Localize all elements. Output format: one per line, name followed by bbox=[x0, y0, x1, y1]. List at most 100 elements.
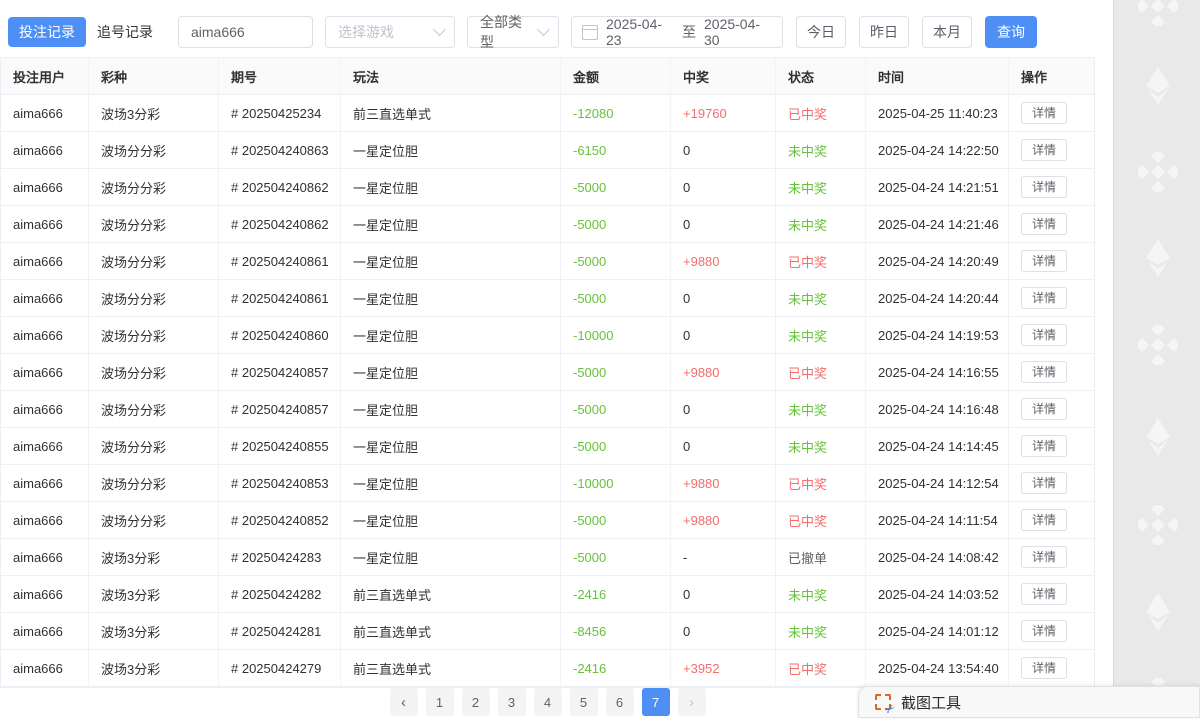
cell-amount: -2416 bbox=[561, 650, 671, 686]
cell-issue: # 202504240863 bbox=[219, 132, 341, 168]
cell-user: aima666 bbox=[1, 132, 89, 168]
username-input[interactable] bbox=[178, 16, 313, 48]
today-button[interactable]: 今日 bbox=[796, 16, 846, 48]
detail-button[interactable]: 详情 bbox=[1021, 435, 1067, 457]
pagination-page-1[interactable]: 1 bbox=[426, 688, 454, 716]
table-row: aima666波场分分彩# 202504240862一星定位胆-50000未中奖… bbox=[1, 169, 1094, 206]
cell-play: 前三直选单式 bbox=[341, 576, 561, 612]
table-row: aima666波场分分彩# 202504240855一星定位胆-50000未中奖… bbox=[1, 428, 1094, 465]
cell-issue: # 202504240852 bbox=[219, 502, 341, 538]
detail-button[interactable]: 详情 bbox=[1021, 324, 1067, 346]
cell-time: 2025-04-24 14:19:53 bbox=[866, 317, 1009, 353]
table-row: aima666波场分分彩# 202504240853一星定位胆-10000+98… bbox=[1, 465, 1094, 502]
date-end: 2025-04-30 bbox=[704, 16, 772, 48]
pagination-page-7[interactable]: 7 bbox=[642, 688, 670, 716]
cell-win: 0 bbox=[671, 169, 776, 205]
cell-time: 2025-04-24 14:16:55 bbox=[866, 354, 1009, 390]
detail-button[interactable]: 详情 bbox=[1021, 546, 1067, 568]
cell-user: aima666 bbox=[1, 428, 89, 464]
detail-button[interactable]: 详情 bbox=[1021, 398, 1067, 420]
table-row: aima666波场3分彩# 20250424282前三直选单式-24160未中奖… bbox=[1, 576, 1094, 613]
cell-user: aima666 bbox=[1, 502, 89, 538]
detail-button[interactable]: 详情 bbox=[1021, 139, 1067, 161]
cell-user: aima666 bbox=[1, 317, 89, 353]
cell-issue: # 202504240862 bbox=[219, 206, 341, 242]
detail-button[interactable]: 详情 bbox=[1021, 583, 1067, 605]
cell-issue: # 20250424283 bbox=[219, 539, 341, 575]
bet-records-table: 投注用户彩种期号玩法金额中奖状态时间操作 aima666波场3分彩# 20250… bbox=[0, 57, 1095, 688]
table-row: aima666波场分分彩# 202504240860一星定位胆-100000未中… bbox=[1, 317, 1094, 354]
cell-lottery: 波场分分彩 bbox=[89, 502, 219, 538]
cell-user: aima666 bbox=[1, 354, 89, 390]
cell-time: 2025-04-24 14:08:42 bbox=[866, 539, 1009, 575]
cell-amount: -5000 bbox=[561, 169, 671, 205]
cell-action: 详情 bbox=[1009, 206, 1094, 242]
detail-button[interactable]: 详情 bbox=[1021, 102, 1067, 124]
pagination-page-4[interactable]: 4 bbox=[534, 688, 562, 716]
cell-action: 详情 bbox=[1009, 613, 1094, 649]
cell-user: aima666 bbox=[1, 613, 89, 649]
tab-bet-records[interactable]: 投注记录 bbox=[8, 17, 86, 47]
cell-status: 未中奖 bbox=[776, 428, 866, 464]
cell-status: 未中奖 bbox=[776, 317, 866, 353]
detail-button[interactable]: 详情 bbox=[1021, 176, 1067, 198]
cell-issue: # 202504240853 bbox=[219, 465, 341, 501]
cell-time: 2025-04-24 14:14:45 bbox=[866, 428, 1009, 464]
cell-play: 一星定位胆 bbox=[341, 391, 561, 427]
type-select[interactable]: 全部类型 bbox=[467, 16, 559, 48]
cell-status: 已中奖 bbox=[776, 465, 866, 501]
pagination-prev-button[interactable]: ‹ bbox=[390, 688, 418, 716]
pagination-page-6[interactable]: 6 bbox=[606, 688, 634, 716]
snipping-tool-icon: ✂ bbox=[875, 694, 892, 711]
snip-tool-label: 截图工具 bbox=[901, 692, 961, 713]
cell-lottery: 波场分分彩 bbox=[89, 169, 219, 205]
detail-button[interactable]: 详情 bbox=[1021, 657, 1067, 679]
column-header: 投注用户 bbox=[1, 58, 89, 94]
cell-lottery: 波场分分彩 bbox=[89, 354, 219, 390]
detail-button[interactable]: 详情 bbox=[1021, 287, 1067, 309]
cell-win: +9880 bbox=[671, 502, 776, 538]
cell-amount: -5000 bbox=[561, 391, 671, 427]
detail-button[interactable]: 详情 bbox=[1021, 213, 1067, 235]
pagination-page-5[interactable]: 5 bbox=[570, 688, 598, 716]
table-row: aima666波场分分彩# 202504240861一星定位胆-5000+988… bbox=[1, 243, 1094, 280]
game-select[interactable]: 选择游戏 bbox=[325, 16, 455, 48]
snip-tool-panel[interactable]: ✂ 截图工具 bbox=[858, 686, 1200, 718]
cell-lottery: 波场3分彩 bbox=[89, 613, 219, 649]
cell-amount: -10000 bbox=[561, 465, 671, 501]
detail-button[interactable]: 详情 bbox=[1021, 620, 1067, 642]
detail-button[interactable]: 详情 bbox=[1021, 250, 1067, 272]
cell-action: 详情 bbox=[1009, 428, 1094, 464]
pagination-next-button[interactable]: › bbox=[678, 688, 706, 716]
detail-button[interactable]: 详情 bbox=[1021, 361, 1067, 383]
cell-amount: -5000 bbox=[561, 539, 671, 575]
cell-play: 一星定位胆 bbox=[341, 428, 561, 464]
chevron-down-icon bbox=[433, 23, 446, 36]
cell-play: 前三直选单式 bbox=[341, 650, 561, 686]
pagination-page-3[interactable]: 3 bbox=[498, 688, 526, 716]
detail-button[interactable]: 详情 bbox=[1021, 472, 1067, 494]
cell-play: 一星定位胆 bbox=[341, 169, 561, 205]
cell-action: 详情 bbox=[1009, 280, 1094, 316]
date-range-picker[interactable]: 2025-04-23 至 2025-04-30 bbox=[571, 16, 783, 48]
pagination-page-2[interactable]: 2 bbox=[462, 688, 490, 716]
column-header: 彩种 bbox=[89, 58, 219, 94]
cell-action: 详情 bbox=[1009, 391, 1094, 427]
column-header: 操作 bbox=[1009, 58, 1094, 94]
yesterday-button[interactable]: 昨日 bbox=[859, 16, 909, 48]
cell-win: +3952 bbox=[671, 650, 776, 686]
bnb-watermark-icon bbox=[1138, 325, 1178, 370]
cell-time: 2025-04-24 14:03:52 bbox=[866, 576, 1009, 612]
tab-chase-records[interactable]: 追号记录 bbox=[86, 17, 164, 47]
cell-play: 一星定位胆 bbox=[341, 317, 561, 353]
cell-lottery: 波场3分彩 bbox=[89, 95, 219, 131]
bnb-watermark-icon bbox=[1138, 505, 1178, 550]
cell-user: aima666 bbox=[1, 650, 89, 686]
cell-status: 已中奖 bbox=[776, 243, 866, 279]
cell-issue: # 202504240857 bbox=[219, 391, 341, 427]
cell-time: 2025-04-24 14:20:44 bbox=[866, 280, 1009, 316]
table-row: aima666波场分分彩# 202504240863一星定位胆-61500未中奖… bbox=[1, 132, 1094, 169]
month-button[interactable]: 本月 bbox=[922, 16, 972, 48]
detail-button[interactable]: 详情 bbox=[1021, 509, 1067, 531]
query-button[interactable]: 查询 bbox=[985, 16, 1037, 48]
